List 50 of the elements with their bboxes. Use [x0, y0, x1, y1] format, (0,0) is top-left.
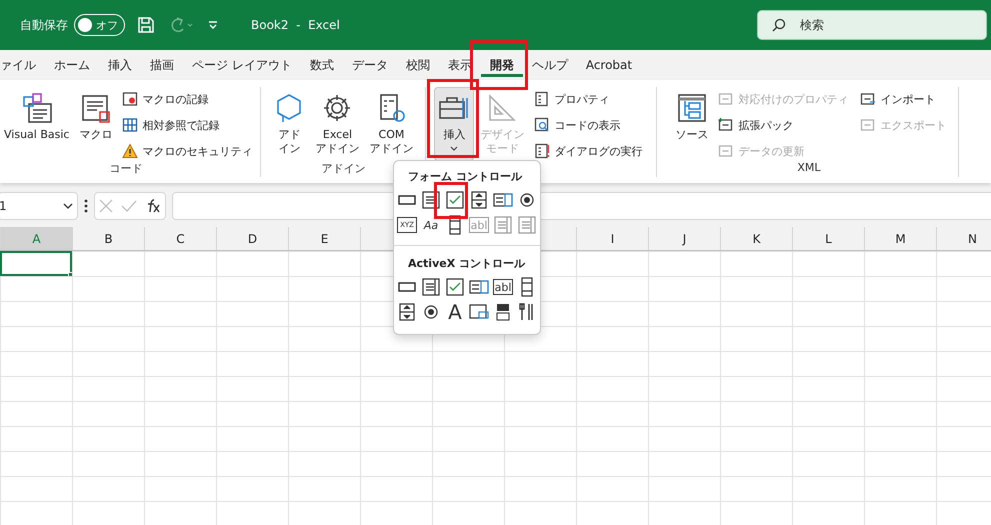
ribbon-tab[interactable]: ヘルプ: [522, 50, 577, 80]
ribbon-command[interactable]: 相対参照で記録: [122, 115, 252, 135]
ribbon-command[interactable]: インポート: [860, 89, 946, 109]
ribbon-button[interactable]: マクロ: [75, 87, 116, 161]
ribbon-command[interactable]: ダイアログの実行: [534, 141, 642, 161]
group-label: アドイン: [320, 161, 366, 177]
column-header[interactable]: N: [936, 227, 991, 250]
ribbon-button[interactable]: COM アドイン: [365, 87, 418, 161]
column-header[interactable]: D: [216, 227, 288, 250]
ribbon-tab[interactable]: 校閲: [396, 50, 439, 80]
control-tool[interactable]: abl: [493, 279, 513, 295]
ribbon-button[interactable]: ソース: [671, 87, 712, 161]
ribbon-command[interactable]: 拡張パック: [718, 115, 848, 135]
ribbon-command[interactable]: プロパティ: [534, 89, 642, 109]
ribbon-tab[interactable]: Acrobat: [576, 50, 642, 80]
ribbon-tab[interactable]: ページ レイアウト: [183, 50, 301, 80]
ribbon-tab[interactable]: 開発: [480, 50, 523, 80]
ribbon-command[interactable]: コードの表示: [534, 115, 642, 135]
column-header[interactable]: K: [720, 227, 792, 250]
column-header[interactable]: E: [288, 227, 360, 250]
ribbon-button[interactable]: Visual Basic: [0, 87, 74, 161]
group-label: コード: [108, 161, 144, 177]
ribbon-tab[interactable]: 挿入: [99, 50, 141, 80]
ribbon-command[interactable]: マクロのセキュリティ: [122, 141, 252, 161]
ribbon-tab[interactable]: ァイル: [0, 50, 45, 80]
control-tool[interactable]: Aa: [419, 215, 443, 235]
autosave-label: 自動保存: [20, 16, 68, 34]
ribbon-command[interactable]: マクロの記録: [122, 89, 252, 109]
menu-section-title: ActiveX コントロール: [407, 256, 526, 272]
ribbon-tab[interactable]: 数式: [300, 50, 343, 80]
ribbon-tab[interactable]: 描画: [141, 50, 183, 80]
ribbon-button[interactable]: アド イン: [269, 87, 310, 161]
menu-section-title: フォーム コントロール: [407, 169, 523, 185]
column-header[interactable]: C: [144, 227, 216, 250]
name-box[interactable]: 1: [0, 192, 78, 220]
search-box[interactable]: 検索: [757, 10, 987, 40]
ribbon-button[interactable]: 挿入: [434, 87, 474, 161]
control-tool[interactable]: A: [443, 302, 467, 322]
ribbon-tab[interactable]: データ: [342, 50, 397, 80]
group-label: XML: [796, 161, 822, 176]
column-header[interactable]: J: [648, 227, 720, 250]
ribbon-button[interactable]: Excel アドイン: [311, 87, 364, 161]
column-header[interactable]: L: [792, 227, 864, 250]
column-header[interactable]: B: [72, 227, 144, 250]
ribbon-tab[interactable]: ホーム: [45, 50, 99, 80]
column-header[interactable]: M: [864, 227, 936, 250]
window-title: Book2 - Excel: [251, 18, 340, 32]
column-header[interactable]: I: [576, 227, 648, 250]
autosave-toggle[interactable]: オフ: [74, 14, 125, 36]
search-field[interactable]: 検索: [798, 17, 948, 33]
